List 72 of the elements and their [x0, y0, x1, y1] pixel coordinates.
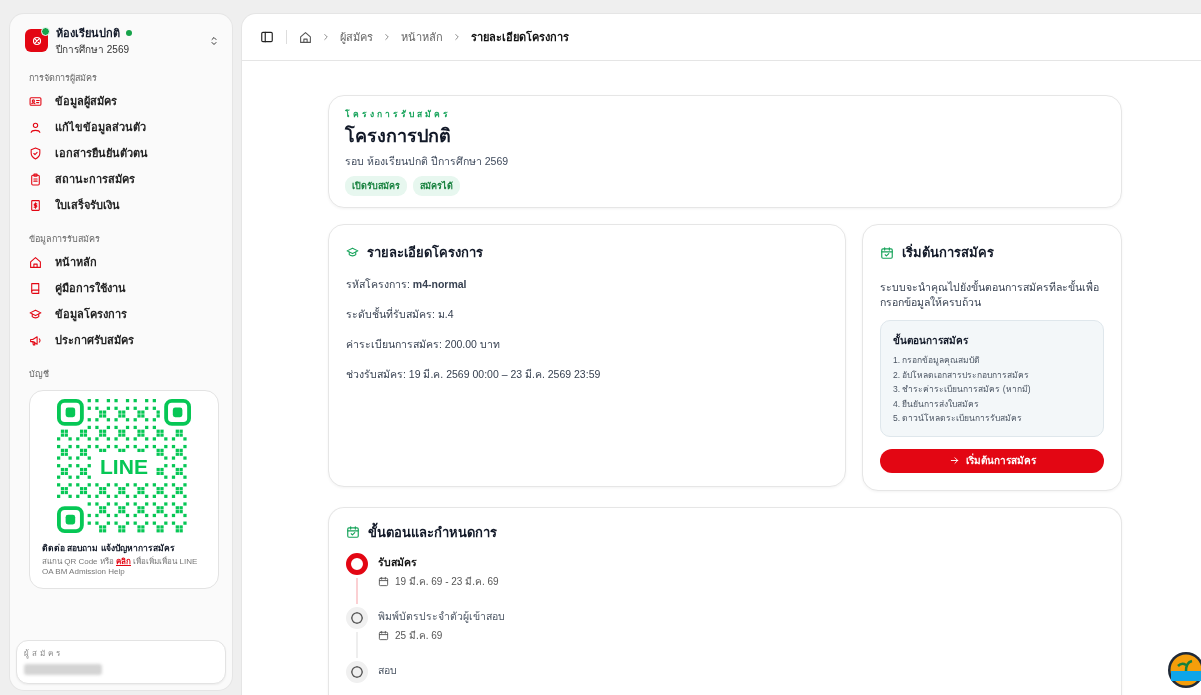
- chevron-right-icon: [321, 32, 331, 42]
- calendar-check-icon: [880, 245, 894, 260]
- click-link[interactable]: คลิก: [116, 557, 131, 566]
- sidebar-item[interactable]: สถานะการสมัคร: [16, 166, 226, 192]
- user-card[interactable]: ผู้สมัคร: [16, 640, 226, 684]
- start-description: ระบบจะนำคุณไปยังขั้นตอนการสมัครทีละขั้นเพื่อกรอกข้อมูลให้ครบถ้วน: [880, 280, 1100, 311]
- section-label: ข้อมูลการรับสมัคร: [28, 233, 101, 246]
- step-item: 5. ดาวน์โหลดระเบียนการรับสมัคร: [893, 412, 1024, 426]
- card-title: รายละเอียดโครงการ: [367, 244, 483, 262]
- detail-row-text: รหัสโครงการ: m4-normal: [346, 277, 468, 292]
- sidebar-toggle-icon: [260, 30, 274, 44]
- program-title: โครงการปกติ: [345, 124, 452, 148]
- home-icon: [299, 30, 312, 44]
- online-dot: [41, 27, 50, 36]
- user-label: ผู้สมัคร: [24, 648, 64, 660]
- step-item: 3. ชำระค่าระเบียนการสมัคร (หากมี): [893, 383, 1032, 397]
- shield-icon: [29, 146, 42, 160]
- breadcrumb-item[interactable]: ผู้สมัคร: [340, 28, 373, 46]
- timeline-date: 25 มี.ค. 69: [395, 628, 443, 643]
- sidebar-item[interactable]: หน้าหลัก: [16, 249, 226, 275]
- sidebar-item[interactable]: แก้ไขข้อมูลส่วนตัว: [16, 114, 226, 140]
- step-item: 2. อัปโหลดเอกสารประกอบการสมัคร: [893, 368, 1031, 382]
- sidebar-item[interactable]: ใบเสร็จรับเงิน: [16, 192, 226, 218]
- timeline-label: รับสมัคร: [378, 554, 418, 570]
- sidebar-item[interactable]: ข้อมูลผู้สมัคร: [16, 88, 226, 114]
- detail-row-text: ระดับชั้นที่รับสมัคร: ม.4: [346, 306, 455, 322]
- chevron-right-icon: [382, 32, 392, 42]
- section-label: การจัดการผู้สมัคร: [28, 72, 98, 85]
- detail-row-text: ค่าระเบียนการสมัคร: 200.00 บาท: [346, 337, 501, 352]
- eyebrow-label: โครงการรับสมัคร: [345, 108, 452, 121]
- program-subtitle: รอบ ห้องเรียนปกติ ปีการศึกษา 2569: [345, 154, 510, 169]
- arrow-right-icon: [948, 455, 960, 467]
- timeline-label: พิมพ์บัตรประจำตัวผู้เข้าสอบ: [378, 608, 505, 625]
- timeline-date: 19 มี.ค. 69 - 23 มี.ค. 69: [395, 574, 499, 589]
- org-subtitle: ปีการศึกษา 2569: [56, 43, 131, 57]
- start-application-button[interactable]: เริ่มต้นการสมัคร: [880, 448, 1104, 473]
- detail-row-text: ช่วงรับสมัคร: 19 มี.ค. 2569 00:00 – 23 มี.ค. 2569 23:59: [346, 367, 602, 382]
- sidebar-item[interactable]: เอกสารยืนยันตัวตน: [16, 140, 226, 166]
- book-icon: [29, 281, 42, 295]
- chevron-updown-icon: [208, 34, 220, 47]
- timeline-label: สอบ: [378, 662, 397, 678]
- devtools-logo-icon[interactable]: [1167, 651, 1201, 689]
- clipboard-icon: [29, 172, 42, 186]
- status-tag: เปิดรับสมัคร: [345, 176, 407, 196]
- breadcrumb-item: รายละเอียดโครงการ: [471, 29, 569, 45]
- calendar-icon: [378, 575, 389, 587]
- card-title: เริ่มต้นการสมัคร: [902, 242, 994, 262]
- home-icon: [29, 255, 42, 269]
- sidebar-item[interactable]: ประกาศรับสมัคร: [16, 327, 226, 353]
- chevron-right-icon: [452, 32, 462, 42]
- calendar-check-icon: [346, 525, 360, 540]
- calendar-icon: [378, 629, 389, 641]
- org-name: ห้องเรียนปกติ: [56, 26, 120, 41]
- contact-text: สแกน QR Code หรือ คลิก เพื่อเพิ่มเพื่อน LINE OA BM Admission Help: [42, 557, 199, 578]
- receipt-icon: [29, 198, 42, 212]
- status-tag: สมัครได้: [413, 176, 460, 196]
- sidebar-item[interactable]: คู่มือการใช้งาน: [16, 275, 226, 301]
- user-icon: [29, 120, 42, 134]
- card-title: ขั้นตอนและกำหนดการ: [368, 521, 497, 542]
- graduation-cap-icon: [346, 246, 359, 259]
- idcard-icon: [29, 94, 42, 108]
- step-item: 4. ยืนยันการส่งใบสมัคร: [893, 397, 981, 411]
- contact-title: ติดต่อ สอบถาม แจ้งปัญหาการสมัคร: [42, 542, 176, 555]
- steps-title: ขั้นตอนการสมัคร: [893, 333, 969, 349]
- breadcrumb-item[interactable]: หน้าหลัก: [401, 28, 443, 46]
- sidebar-item[interactable]: ข้อมูลโครงการ: [16, 301, 226, 327]
- cap-icon: [29, 307, 42, 321]
- status-dot: [126, 30, 132, 36]
- step-item: 1. กรอกข้อมูลคุณสมบัติ: [893, 354, 982, 368]
- section-label: บัญชี: [28, 368, 50, 381]
- megaphone-icon: [29, 333, 42, 347]
- qr-code-drawing: LINE: [57, 399, 191, 533]
